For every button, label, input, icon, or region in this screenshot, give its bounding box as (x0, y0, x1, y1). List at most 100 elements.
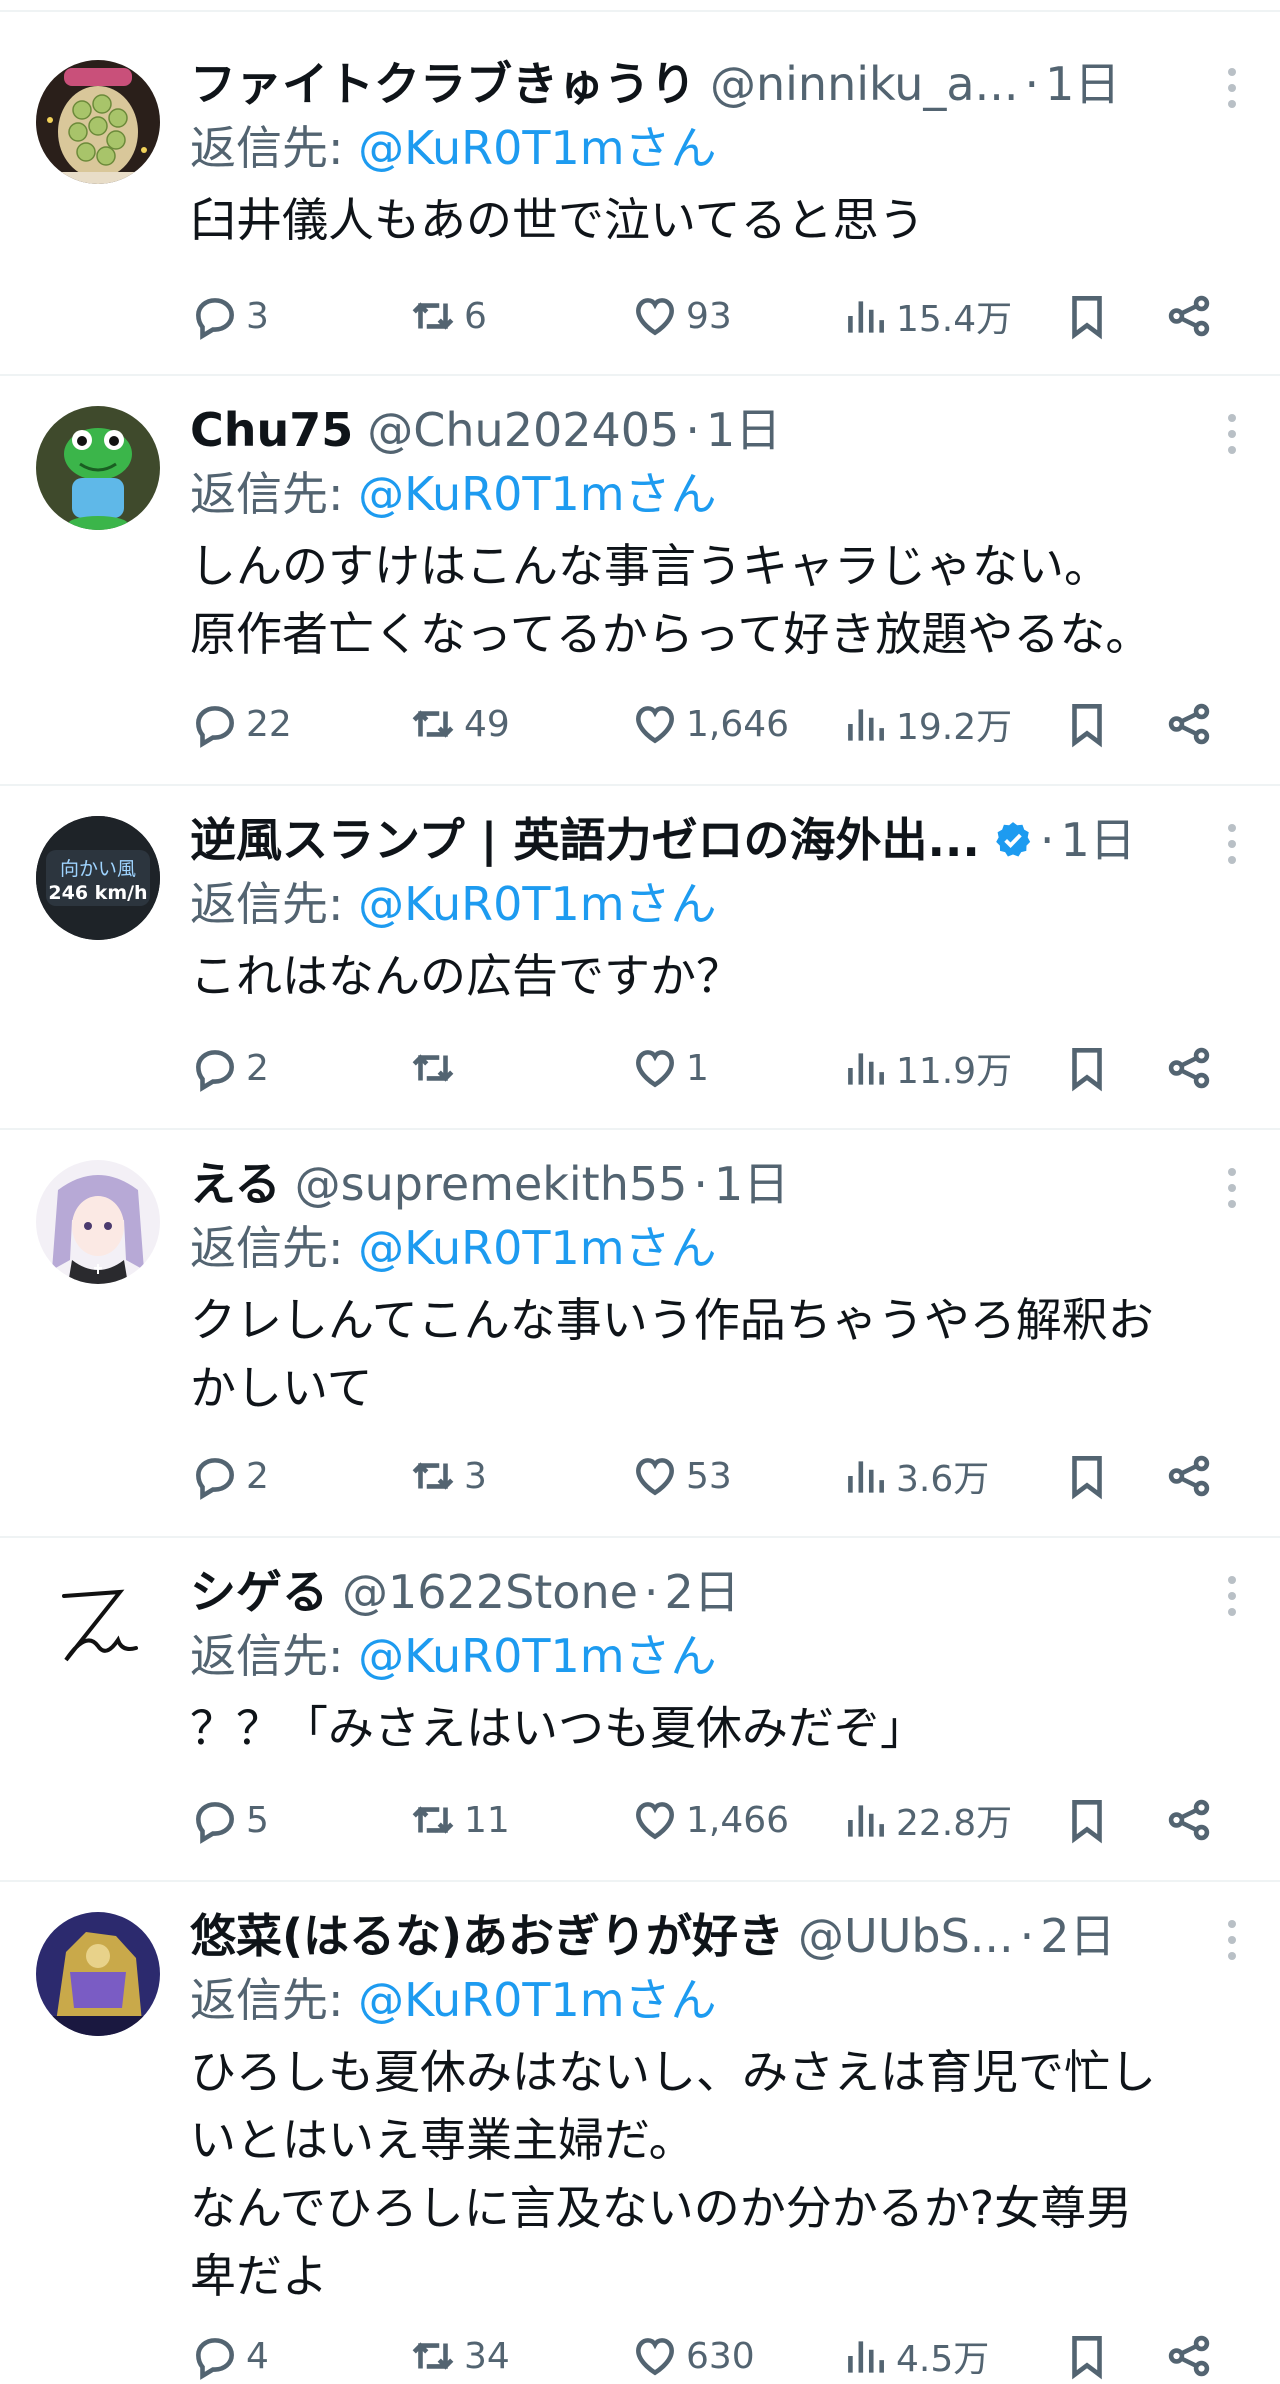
reply-button[interactable]: 2 (190, 1451, 269, 1501)
tweet[interactable]: 向かい風 246 km/h 逆風スランプ | 英語力ゼロの海外出... · 1日… (0, 786, 1280, 1130)
retweet-button[interactable]: 49 (408, 699, 510, 749)
bookmark-icon (1072, 1456, 1102, 1500)
author-name[interactable]: Chu75 (190, 400, 353, 460)
author-name[interactable]: シゲる (190, 1562, 328, 1622)
reply-button[interactable]: 22 (190, 699, 292, 749)
reply-button[interactable]: 3 (190, 291, 269, 341)
more-icon[interactable] (1224, 68, 1240, 108)
bookmark-button[interactable] (1062, 1043, 1112, 1093)
share-button[interactable] (1164, 291, 1214, 341)
retweet-button[interactable]: 6 (408, 291, 487, 341)
author-name[interactable]: 逆風スランプ | 英語力ゼロの海外出... (190, 810, 980, 870)
retweet-button[interactable]: 11 (408, 1795, 510, 1845)
share-button[interactable] (1164, 1451, 1214, 1501)
share-icon (1168, 703, 1210, 745)
views-button[interactable]: 4.5万 (840, 2330, 989, 2382)
reply-prefix: 返信先: (190, 1629, 344, 1683)
reply-prefix: 返信先: (190, 1973, 344, 2027)
retweet-button[interactable] (408, 1043, 464, 1093)
retweet-icon (412, 1462, 454, 1490)
tweet[interactable]: える @supremekith55 · 1日 返信先: @KuR0T1mさん ク… (0, 1130, 1280, 1538)
retweet-button[interactable]: 34 (408, 2331, 510, 2381)
avatar-caption-top: 向かい風 (59, 858, 136, 880)
tweet[interactable]: Chu75 @Chu202405 · 1日 返信先: @KuR0T1mさん しん… (0, 376, 1280, 786)
bookmark-button[interactable] (1062, 1795, 1112, 1845)
tweet-header: 逆風スランプ | 英語力ゼロの海外出... · 1日 (190, 810, 1170, 870)
like-button[interactable]: 1,646 (630, 699, 789, 749)
like-button[interactable]: 53 (630, 1451, 732, 1501)
author-handle[interactable]: @supremekith55 (295, 1154, 688, 1214)
reply-target-link[interactable]: @KuR0T1mさん (358, 1629, 716, 1683)
share-icon (1168, 2335, 1210, 2377)
views-button[interactable]: 19.2万 (840, 698, 1012, 750)
like-icon (636, 298, 674, 336)
reply-target-link[interactable]: @KuR0T1mさん (358, 1221, 716, 1275)
reply-button[interactable]: 2 (190, 1043, 269, 1093)
tweet[interactable]: シゲる @1622Stone · 2日 返信先: @KuR0T1mさん ？？「み… (0, 1538, 1280, 1882)
more-icon[interactable] (1224, 824, 1240, 864)
view-count: 11.9万 (896, 1051, 1013, 1092)
share-button[interactable] (1164, 1043, 1214, 1093)
reply-count: 4 (246, 2335, 269, 2377)
share-button[interactable] (1164, 2331, 1214, 2381)
bookmark-button[interactable] (1062, 291, 1112, 341)
reply-target-link[interactable]: @KuR0T1mさん (358, 467, 716, 521)
view-count: 22.8万 (896, 1803, 1013, 1844)
avatar[interactable] (36, 1160, 160, 1284)
avatar[interactable] (36, 1568, 160, 1692)
reply-context: 返信先: @KuR0T1mさん (190, 1626, 717, 1686)
bookmark-button[interactable] (1062, 1451, 1112, 1501)
more-icon[interactable] (1224, 1576, 1240, 1616)
author-name[interactable]: 悠菜(はるな)あおぎりが好き (190, 1906, 784, 1966)
more-icon[interactable] (1224, 1168, 1240, 1208)
timestamp[interactable]: 1日 (1045, 54, 1120, 114)
views-button[interactable]: 3.6万 (840, 1450, 989, 1502)
reply-button[interactable]: 5 (190, 1795, 269, 1845)
reply-target-link[interactable]: @KuR0T1mさん (358, 1973, 716, 2027)
share-button[interactable] (1164, 699, 1214, 749)
avatar[interactable] (36, 1912, 160, 2036)
avatar[interactable] (36, 60, 160, 184)
reply-prefix: 返信先: (190, 467, 344, 521)
retweet-count: 6 (464, 295, 487, 337)
like-button[interactable]: 630 (630, 2331, 755, 2381)
author-handle[interactable]: @ninniku_a... (710, 54, 1018, 114)
author-handle[interactable]: @Chu202405 (367, 400, 679, 460)
timestamp[interactable]: 2日 (665, 1562, 740, 1622)
reply-icon (196, 2338, 234, 2380)
reply-target-link[interactable]: @KuR0T1mさん (358, 877, 716, 931)
separator-dot: · (1024, 57, 1040, 111)
timestamp[interactable]: 2日 (1040, 1906, 1115, 1966)
action-bar: 4 34 630 4.5万 (190, 2328, 1244, 2384)
bookmark-button[interactable] (1062, 699, 1112, 749)
tweet[interactable]: 悠菜(はるな)あおぎりが好き @UUbS... · 2日 返信先: @KuR0T… (0, 1882, 1280, 2382)
author-handle[interactable]: @UUbS... (798, 1906, 1014, 1966)
more-icon[interactable] (1224, 414, 1240, 454)
views-button[interactable]: 22.8万 (840, 1794, 1012, 1846)
timestamp[interactable]: 1日 (714, 1154, 789, 1214)
views-button[interactable]: 11.9万 (840, 1042, 1012, 1094)
reply-button[interactable]: 4 (190, 2331, 269, 2381)
author-name[interactable]: ファイトクラブきゅうり (190, 54, 696, 114)
tweet[interactable]: ファイトクラブきゅうり @ninniku_a... · 1日 返信先: @KuR… (0, 30, 1280, 376)
timestamp[interactable]: 1日 (1061, 810, 1136, 870)
reply-target-link[interactable]: @KuR0T1mさん (358, 121, 716, 175)
share-button[interactable] (1164, 1795, 1214, 1845)
timestamp[interactable]: 1日 (706, 400, 781, 460)
author-name[interactable]: える (190, 1154, 281, 1214)
like-button[interactable]: 1 (630, 1043, 709, 1093)
like-button[interactable]: 93 (630, 291, 732, 341)
bookmark-button[interactable] (1062, 2331, 1112, 2381)
retweet-button[interactable]: 3 (408, 1451, 487, 1501)
avatar[interactable]: 向かい風 246 km/h (36, 816, 160, 940)
views-icon (848, 1053, 884, 1085)
reply-context: 返信先: @KuR0T1mさん (190, 874, 717, 934)
like-button[interactable]: 1,466 (630, 1795, 789, 1845)
views-button[interactable]: 15.4万 (840, 290, 1012, 342)
more-icon[interactable] (1224, 1920, 1240, 1960)
tweet-header: ファイトクラブきゅうり @ninniku_a... · 1日 (190, 54, 1170, 114)
share-icon (1168, 295, 1210, 337)
avatar[interactable] (36, 406, 160, 530)
author-handle[interactable]: @1622Stone (342, 1562, 638, 1622)
views-icon (848, 709, 884, 741)
